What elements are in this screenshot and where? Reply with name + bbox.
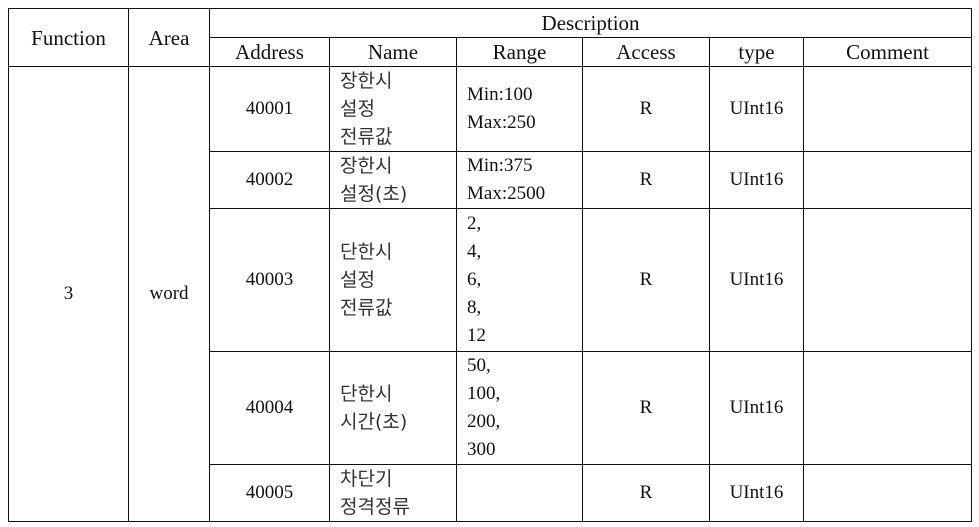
type-cell: UInt16 <box>709 464 804 522</box>
header-range: Range <box>456 37 583 67</box>
header-access: Access <box>582 37 710 67</box>
range-cell: Min:100 Max:250 <box>456 66 583 152</box>
header-area: Area <box>128 8 210 67</box>
table-row: 3 word 40001 장한시 설정 전류값 Min:100 Max:250 R UInt16 <box>8 66 973 522</box>
comment-cell <box>802 208 973 352</box>
range-line: 12 <box>467 325 486 346</box>
access-cell: R <box>582 351 710 465</box>
name-cell: 단한시시간(초) <box>329 351 457 465</box>
function-cell: 3 <box>8 66 129 522</box>
range-line: Max:2500 <box>467 183 546 204</box>
name-line: 전류값 <box>340 126 393 148</box>
name-cell: 차단기정격정류 <box>329 464 457 522</box>
range-line: 4, <box>467 241 482 262</box>
type-cell: UInt16 <box>709 208 804 352</box>
name-line: 설정 <box>340 98 375 120</box>
name-line: 장한시 <box>340 70 393 92</box>
name-line: 설정 <box>340 269 375 291</box>
range-cell: 2, 4, 6, 8, 12 <box>456 208 583 352</box>
area-cell: word <box>128 66 210 522</box>
register-table: Function Area Description Address Name R… <box>8 8 973 522</box>
comment-cell <box>802 151 973 209</box>
header-type: type <box>709 37 804 67</box>
access-cell: R <box>582 66 710 152</box>
address-cell: 40005 <box>209 464 330 522</box>
range-cell: Min:375 Max:2500 <box>456 151 583 209</box>
address-cell: 40002 <box>209 151 330 209</box>
range-line: 6, <box>467 269 482 290</box>
name-cell: 장한시설정(초) <box>329 151 457 209</box>
range-line: 100, <box>467 383 501 404</box>
range-cell: 50, 100, 200, 300 <box>456 351 583 465</box>
type-cell: UInt16 <box>709 151 804 209</box>
address-cell: 40001 <box>209 66 330 152</box>
range-cell <box>456 464 583 522</box>
name-line: 설정(초) <box>340 183 408 205</box>
comment-cell <box>802 66 973 152</box>
name-line: 시간(초) <box>340 411 408 433</box>
range-line: 8, <box>467 297 482 318</box>
header-name: Name <box>329 37 457 67</box>
name-line: 단한시 <box>340 383 393 405</box>
name-line: 차단기 <box>340 468 393 490</box>
comment-cell <box>802 464 973 522</box>
header-comment: Comment <box>802 37 973 67</box>
range-line: Max:250 <box>467 112 536 133</box>
header-address: Address <box>209 37 330 67</box>
type-cell: UInt16 <box>709 66 804 152</box>
address-cell: 40003 <box>209 208 330 352</box>
name-line: 전류값 <box>340 297 393 319</box>
type-cell: UInt16 <box>709 351 804 465</box>
header-description: Description <box>208 8 973 38</box>
address-cell: 40004 <box>209 351 330 465</box>
name-line: 장한시 <box>340 155 393 177</box>
name-line: 단한시 <box>340 241 393 263</box>
comment-cell <box>802 351 973 465</box>
name-line: 정격정류 <box>340 496 410 518</box>
range-line: 50, <box>467 355 491 376</box>
access-cell: R <box>582 151 710 209</box>
access-cell: R <box>582 464 710 522</box>
range-line: Min:100 <box>467 84 533 105</box>
access-cell: R <box>582 208 710 352</box>
name-cell: 장한시설정전류값 <box>329 66 457 152</box>
range-line: 2, <box>467 213 482 234</box>
header-function: Function <box>8 8 129 67</box>
range-line: Min:375 <box>467 155 533 176</box>
range-line: 300 <box>467 439 496 460</box>
name-cell: 단한시설정전류값 <box>329 208 457 352</box>
range-line: 200, <box>467 411 501 432</box>
